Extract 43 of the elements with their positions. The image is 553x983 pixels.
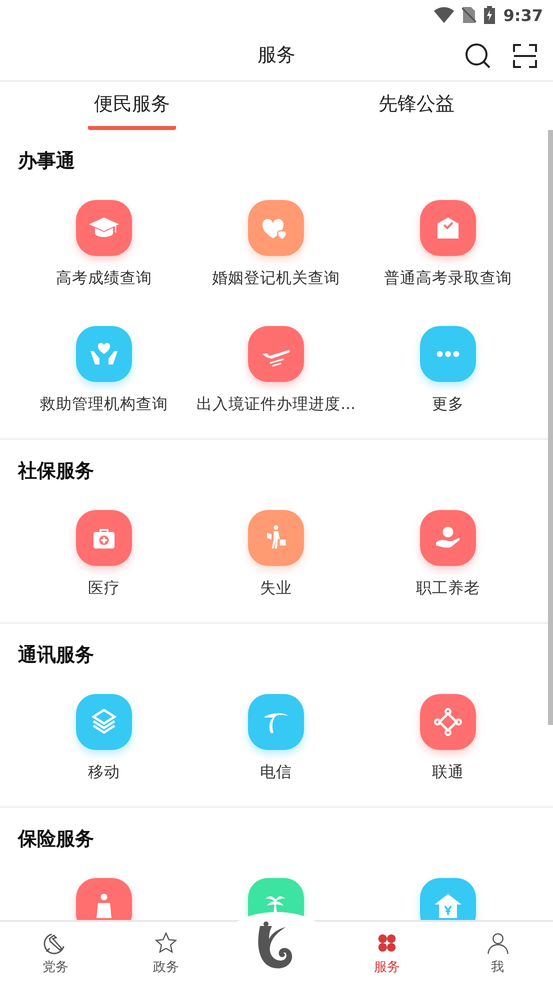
service-label[interactable]: 移动: [88, 762, 120, 782]
section-title: 通讯服务: [18, 643, 95, 667]
service-label[interactable]: 失业: [260, 578, 292, 598]
service-label[interactable]: 联通: [432, 762, 464, 782]
hearts-icon[interactable]: [248, 200, 304, 256]
nav-tab[interactable]: 服务: [332, 922, 442, 983]
service-label[interactable]: 高考成绩查询: [56, 268, 152, 288]
nav-tab[interactable]: 政务: [110, 922, 222, 983]
service-label[interactable]: 更多: [432, 394, 464, 414]
graduation-cap-icon[interactable]: [76, 200, 132, 256]
no-sim-icon: [462, 6, 476, 24]
nav-tab[interactable]: 党务: [0, 922, 111, 983]
section-title: 保险服务: [18, 827, 95, 851]
tab[interactable]: 先锋公益: [372, 82, 460, 130]
service-label[interactable]: 出入境证件办理进度...: [196, 394, 356, 414]
nav-tab[interactable]: 我: [442, 922, 553, 983]
tab[interactable]: 便民服务: [88, 82, 176, 130]
service-label[interactable]: 婚姻登记机关查询: [212, 268, 340, 288]
wifi-icon: [434, 7, 454, 23]
battery-charging-icon: [484, 6, 496, 24]
section-title: 社保服务: [18, 459, 95, 483]
page-title: 服务: [258, 43, 296, 68]
service-label[interactable]: 医疗: [88, 578, 120, 598]
search-icon[interactable]: [465, 43, 491, 69]
layers-icon[interactable]: [76, 694, 132, 750]
service-label[interactable]: 普通高考录取查询: [384, 268, 512, 288]
envelope-check-icon[interactable]: [420, 200, 476, 256]
first-aid-kit-icon[interactable]: [76, 510, 132, 566]
airplane-icon[interactable]: [248, 326, 304, 382]
hand-coin-icon[interactable]: [420, 510, 476, 566]
star-icon: [152, 930, 179, 956]
house-icon[interactable]: [420, 878, 476, 920]
knot-icon[interactable]: [420, 694, 476, 750]
service-label[interactable]: 职工养老: [416, 578, 480, 598]
service-label[interactable]: 救助管理机构查询: [40, 394, 168, 414]
hands-heart-icon[interactable]: [76, 326, 132, 382]
service-label[interactable]: 电信: [260, 762, 292, 782]
scan-icon[interactable]: [513, 44, 537, 68]
swirl-icon[interactable]: [248, 694, 304, 750]
section-title: 办事通: [18, 149, 76, 173]
more-icon[interactable]: [420, 326, 476, 382]
status-time: 9:37: [503, 6, 543, 24]
walking-person-icon[interactable]: [248, 510, 304, 566]
